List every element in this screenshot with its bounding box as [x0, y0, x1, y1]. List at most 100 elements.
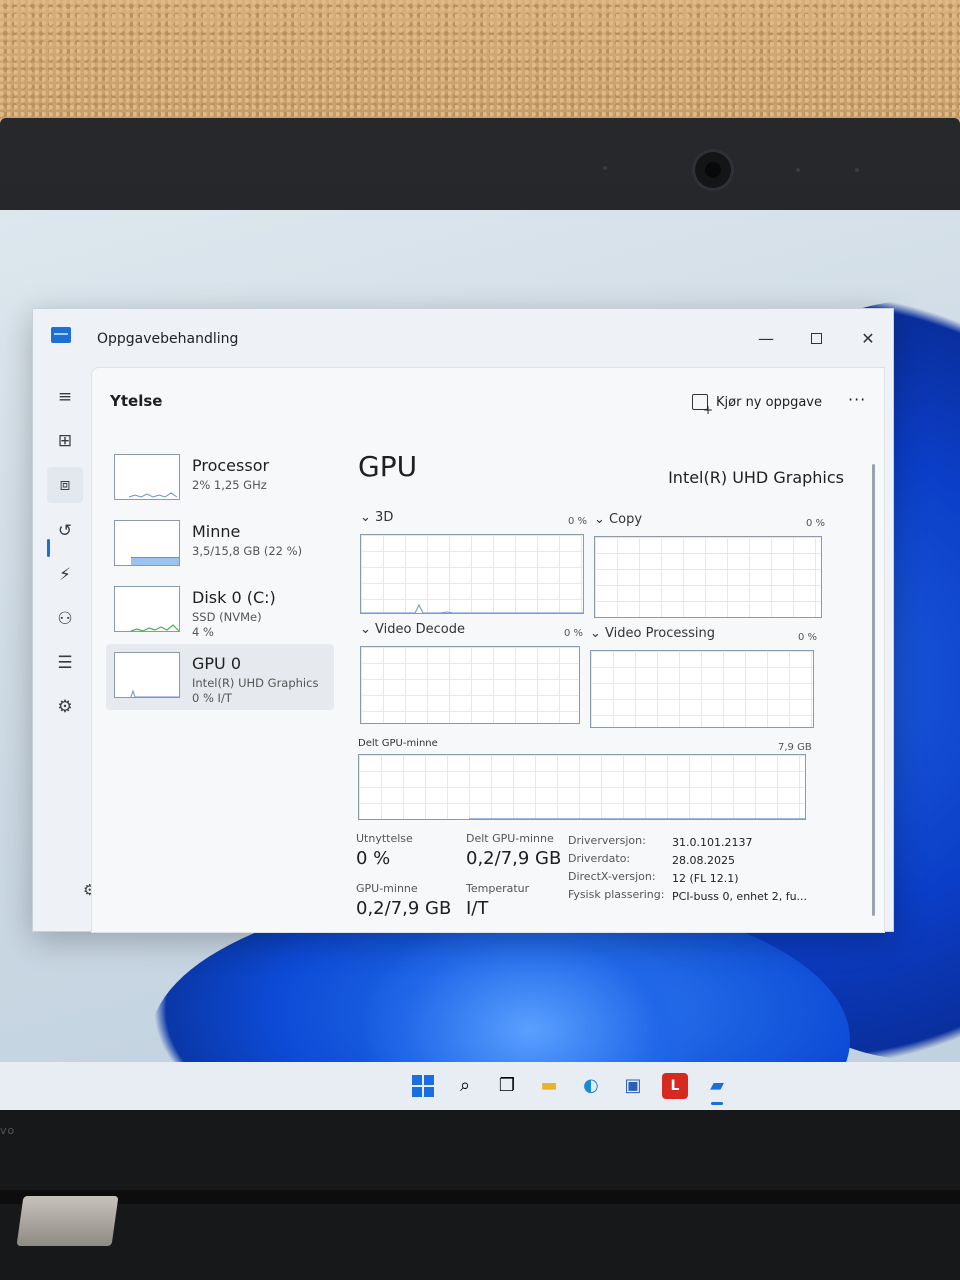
window-title: Oppgavebehandling [97, 331, 239, 347]
shared-memory-max: 7,9 GB [778, 742, 812, 753]
more-options-button[interactable]: ··· [848, 390, 866, 409]
detail-title: GPU [358, 450, 418, 483]
device-name: Minne [192, 522, 241, 541]
maximize-button[interactable] [791, 321, 841, 355]
shared-memory-line [469, 818, 805, 819]
graph-selector-video-processing[interactable]: ⌄ Video Processing [590, 626, 715, 641]
gpu-stats: Utnyttelse 0 % Delt GPU-minne 0,2/7,9 GB… [354, 832, 844, 932]
detail-model: Intel(R) UHD Graphics [668, 468, 844, 487]
gpu-memory-value: 0,2/7,9 GB [356, 898, 452, 919]
details-icon: ☰ [57, 653, 73, 673]
temperature-value: I/T [466, 898, 489, 919]
disk-thumbnail-graph [114, 586, 180, 632]
minimize-button[interactable]: — [741, 321, 791, 355]
navigation-rail: ≡ ⊞ ⧈ ↺ ⚡ ⚇ ☰ ⚙ [33, 367, 91, 933]
device-name: GPU 0 [192, 654, 242, 673]
graph-selector-video-decode[interactable]: ⌄ Video Decode [360, 622, 465, 637]
device-usage: 3,5/15,8 GB (22 %) [192, 544, 303, 558]
history-icon: ↺ [57, 521, 73, 541]
graph-selector-copy[interactable]: ⌄ Copy [594, 512, 642, 527]
device-name: Disk 0 (C:) [192, 588, 276, 607]
page-title: Ytelse [110, 392, 163, 410]
performance-page: Ytelse Kjør ny oppgave ··· Processor 2% … [91, 367, 885, 933]
folder-icon: ▬ [540, 1075, 558, 1096]
graph-video-processing [590, 650, 814, 728]
task-manager-window: Oppgavebehandling — ✕ ≡ ⊞ ⧈ ↺ ⚡ ⚇ ☰ ⚙ ⚙ … [32, 308, 894, 933]
nav-details[interactable]: ☰ [47, 645, 83, 681]
taskbar-app-l[interactable]: L [662, 1073, 688, 1099]
graph-percent: 0 % [564, 628, 584, 639]
hamburger-icon: ≡ [57, 387, 73, 407]
nav-processes[interactable]: ⊞ [47, 423, 83, 459]
task-manager-app-icon [51, 327, 71, 343]
hinge-strip [0, 1190, 960, 1204]
nav-users[interactable]: ⚇ [47, 601, 83, 637]
app-l-icon: L [670, 1078, 680, 1094]
disk-spark-line [130, 624, 180, 632]
graph-shared-gpu-memory [358, 754, 806, 820]
directx-version-key: DirectX-versjon: [568, 870, 656, 883]
device-item-memory[interactable]: Minne 3,5/15,8 GB (22 %) [106, 512, 334, 578]
memory-thumbnail-graph [114, 520, 180, 566]
graph-label: Copy [609, 512, 643, 527]
title-bar[interactable]: Oppgavebehandling — ✕ [33, 309, 893, 367]
maximize-icon [810, 332, 822, 344]
utilization-value: 0 % [356, 848, 391, 869]
device-usage: 0 % I/T [192, 691, 232, 705]
taskbar-file-explorer[interactable]: ▬ [536, 1073, 562, 1099]
driver-version-key: Driverversjon: [568, 834, 646, 847]
nav-app-history[interactable]: ↺ [47, 513, 83, 549]
device-name: Processor [192, 456, 270, 475]
task-manager-icon: ▰ [710, 1075, 724, 1096]
device-type: SSD (NVMe) [192, 610, 262, 624]
chevron-down-icon: ⌄ [360, 622, 371, 637]
chevron-down-icon: ⌄ [594, 512, 605, 527]
physical-location-value: PCI-buss 0, enhet 2, fu... [672, 890, 808, 903]
nav-services[interactable]: ⚙ [47, 689, 83, 725]
driver-version-value: 31.0.101.2137 [672, 836, 753, 849]
taskbar-edge[interactable]: ◐ [578, 1073, 604, 1099]
directx-version-value: 12 (FL 12.1) [672, 872, 739, 885]
graph-label: Video Decode [375, 622, 465, 637]
graph-selector-3d[interactable]: ⌄ 3D [360, 510, 393, 525]
graph-video-decode [360, 646, 580, 724]
device-item-gpu[interactable]: GPU 0 Intel(R) UHD Graphics 0 % I/T [106, 644, 334, 710]
nav-startup-apps[interactable]: ⚡ [47, 557, 83, 593]
gpu-spark-line [130, 689, 179, 698]
sensor-dot [855, 168, 859, 172]
store-icon: ▣ [624, 1075, 642, 1096]
physical-location-key: Fysisk plassering: [568, 888, 665, 901]
startup-icon: ⚡ [59, 565, 71, 585]
device-list: Processor 2% 1,25 GHz Minne 3,5/15,8 GB … [106, 446, 334, 710]
temperature-label: Temperatur [466, 882, 530, 895]
nav-performance[interactable]: ⧈ [47, 467, 83, 503]
vertical-scrollbar[interactable] [872, 464, 875, 916]
driver-date-key: Driverdato: [568, 852, 631, 865]
graph-percent: 0 % [568, 516, 588, 527]
desktop-screen: Oppgavebehandling — ✕ ≡ ⊞ ⧈ ↺ ⚡ ⚇ ☰ ⚙ ⚙ … [0, 210, 960, 1110]
close-button[interactable]: ✕ [843, 321, 893, 355]
device-item-processor[interactable]: Processor 2% 1,25 GHz [106, 446, 334, 512]
hamburger-menu-button[interactable]: ≡ [47, 379, 83, 415]
run-task-icon [692, 394, 713, 417]
sensor-dot [603, 166, 607, 170]
taskbar-task-view[interactable]: ❐ [494, 1073, 520, 1099]
graph-3d [360, 534, 584, 614]
sensor-dot [796, 168, 800, 172]
taskbar-task-manager[interactable]: ▰ [704, 1073, 730, 1105]
taskbar-store[interactable]: ▣ [620, 1073, 646, 1099]
page-header: Ytelse Kjør ny oppgave ··· [92, 368, 884, 434]
gpu-memory-label: GPU-minne [356, 882, 418, 895]
taskbar-search[interactable]: ⌕ [452, 1073, 478, 1099]
memory-fill-bar [131, 557, 179, 565]
run-task-label: Kjør ny oppgave [716, 394, 822, 410]
device-usage: 4 % [192, 625, 214, 639]
chevron-down-icon: ⌄ [360, 510, 371, 525]
windows-logo-icon [412, 1075, 434, 1097]
device-item-disk[interactable]: Disk 0 (C:) SSD (NVMe) 4 % [106, 578, 334, 644]
run-new-task-button[interactable]: Kjør ny oppgave [692, 390, 822, 417]
graph-percent: 0 % [806, 518, 826, 529]
close-icon: ✕ [861, 328, 875, 348]
start-button[interactable] [410, 1073, 436, 1099]
chevron-down-icon: ⌄ [590, 626, 601, 641]
